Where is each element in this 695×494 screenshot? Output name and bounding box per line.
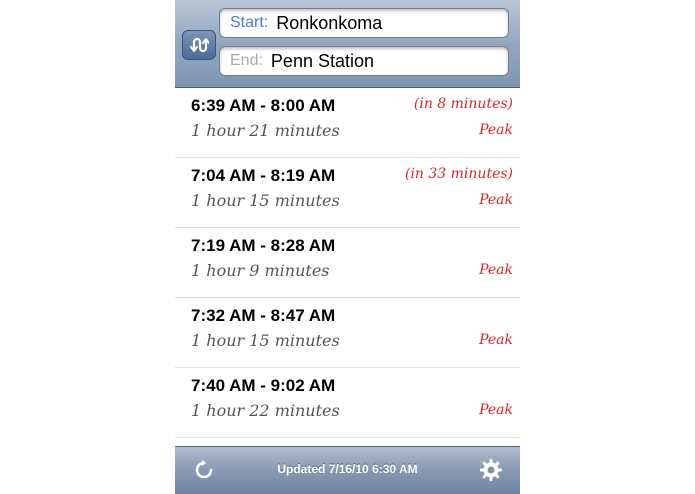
train-duration: 1 hour 15 minutes bbox=[191, 331, 340, 350]
start-station-value: Ronkonkoma bbox=[276, 12, 383, 33]
end-station-field[interactable]: End: Penn Station bbox=[219, 46, 509, 76]
end-station-value: Penn Station bbox=[270, 50, 374, 71]
train-times: 7:19 AM - 8:28 AM bbox=[191, 236, 336, 255]
train-status: Peak bbox=[479, 332, 513, 348]
train-status: Peak bbox=[479, 402, 513, 418]
train-duration: 1 hour 21 minutes bbox=[191, 121, 340, 140]
train-duration: 1 hour 15 minutes bbox=[191, 191, 340, 210]
train-list: 6:39 AM - 8:00 AM 1 hour 21 minutes (in … bbox=[175, 88, 520, 438]
gear-icon bbox=[480, 459, 502, 481]
train-times: 6:39 AM - 8:00 AM bbox=[191, 96, 336, 115]
train-row[interactable]: 7:04 AM - 8:19 AM 1 hour 15 minutes (in … bbox=[175, 158, 520, 228]
start-station-field[interactable]: Start: Ronkonkoma bbox=[219, 8, 509, 38]
train-duration: 1 hour 9 minutes bbox=[191, 261, 330, 280]
train-times: 7:40 AM - 9:02 AM bbox=[191, 376, 336, 395]
train-times: 7:04 AM - 8:19 AM bbox=[191, 166, 336, 185]
start-label: Start: bbox=[230, 14, 269, 31]
end-label: End: bbox=[230, 52, 263, 69]
train-times: 7:32 AM - 8:47 AM bbox=[191, 306, 336, 325]
train-row[interactable]: 6:39 AM - 8:00 AM 1 hour 21 minutes (in … bbox=[175, 88, 520, 158]
train-row[interactable]: 7:32 AM - 8:47 AM 1 hour 15 minutes Peak bbox=[175, 298, 520, 368]
updated-timestamp: Updated 7/16/10 6:30 AM bbox=[277, 462, 418, 476]
train-eta: (in 8 minutes) bbox=[413, 96, 513, 112]
train-eta: (in 33 minutes) bbox=[404, 166, 513, 182]
swap-stations-button[interactable] bbox=[182, 30, 216, 60]
train-status: Peak bbox=[479, 192, 513, 208]
settings-button[interactable] bbox=[479, 458, 503, 482]
train-row[interactable]: 7:40 AM - 9:02 AM 1 hour 22 minutes Peak bbox=[175, 368, 520, 438]
route-header: Start: Ronkonkoma End: Penn Station bbox=[175, 0, 520, 88]
swap-icon bbox=[190, 37, 209, 53]
app-screen: Start: Ronkonkoma End: Penn Station 6:39… bbox=[175, 0, 520, 494]
train-status: Peak bbox=[479, 122, 513, 138]
bottom-toolbar: Updated 7/16/10 6:30 AM bbox=[175, 446, 520, 494]
train-status: Peak bbox=[479, 262, 513, 278]
train-row[interactable]: 7:19 AM - 8:28 AM 1 hour 9 minutes Peak bbox=[175, 228, 520, 298]
train-duration: 1 hour 22 minutes bbox=[191, 401, 340, 420]
